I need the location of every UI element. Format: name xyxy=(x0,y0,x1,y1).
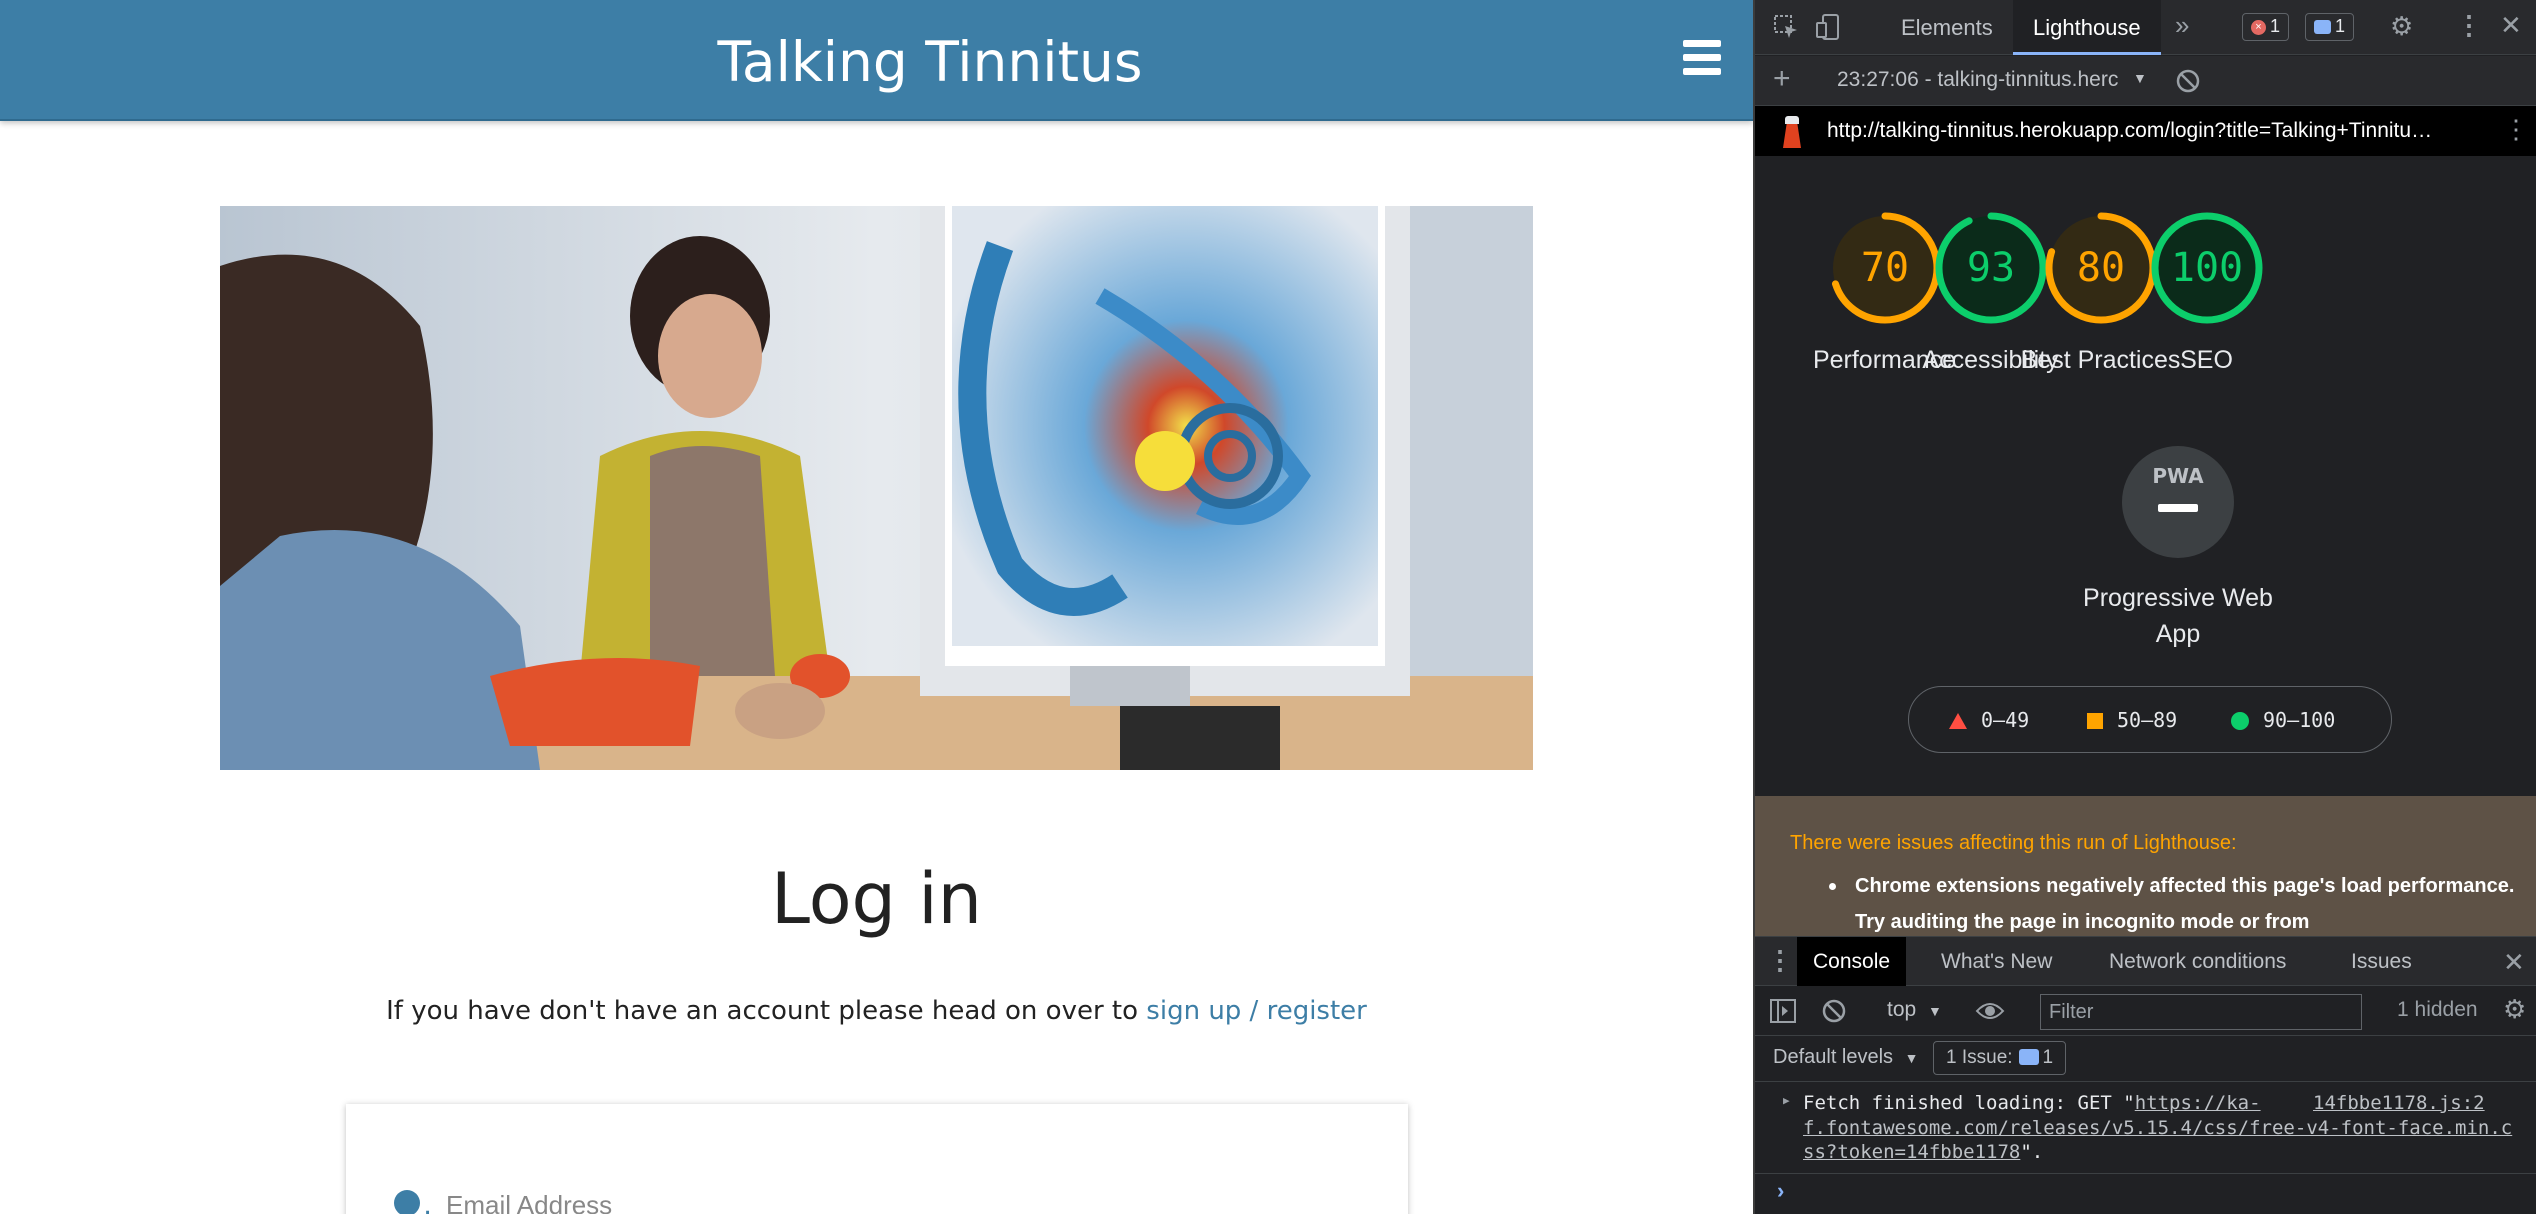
email-field[interactable]: + Email Address xyxy=(394,1188,612,1214)
console-sidebar-icon[interactable] xyxy=(1769,998,1797,1024)
score-value: 70 xyxy=(1860,245,1908,291)
devtools-tabbar: Elements Lighthouse » × 1 1 ⚙ ⋮ ✕ xyxy=(1755,0,2536,55)
issues-chip-count: 1 xyxy=(2042,1047,2054,1068)
settings-gear-icon[interactable]: ⚙ xyxy=(2390,11,2413,42)
report-menu-icon[interactable]: ⋮ xyxy=(2503,114,2529,145)
log-url-start[interactable]: https://ka- xyxy=(2135,1092,2261,1114)
message-icon xyxy=(2314,20,2331,35)
devtools-panel: Elements Lighthouse » × 1 1 ⚙ ⋮ ✕ + 23:27… xyxy=(1753,0,2536,1214)
user-plus-icon: + xyxy=(394,1188,438,1214)
login-form-card: + Email Address xyxy=(346,1104,1408,1214)
pwa-category[interactable]: PWA Progressive Web App xyxy=(2078,446,2278,652)
console-levels-bar: Default levels ▼ 1 Issue: 1 xyxy=(1755,1036,2536,1082)
site-header: Talking Tinnitus xyxy=(0,0,1753,121)
login-heading: Log in xyxy=(770,858,983,940)
log-suffix: ". xyxy=(2020,1141,2044,1163)
device-toolbar-icon[interactable] xyxy=(1815,13,1841,41)
issues-chip-label: 1 Issue: xyxy=(1946,1047,2013,1068)
site-title: Talking Tinnitus xyxy=(717,30,1143,94)
console-log-entry: Fetch finished loading: GET "https://ka-… xyxy=(1755,1082,2536,1174)
tab-elements[interactable]: Elements xyxy=(1881,0,2013,55)
signup-prompt: If you have don't have an account please… xyxy=(0,996,1753,1026)
hero-image xyxy=(220,206,1533,770)
legend-pass: 90–100 xyxy=(2231,708,2335,732)
hamburger-menu-icon[interactable] xyxy=(1683,40,1721,76)
more-tabs-icon[interactable]: » xyxy=(2175,10,2189,41)
tab-lighthouse[interactable]: Lighthouse xyxy=(2013,0,2161,55)
new-report-plus-icon[interactable]: + xyxy=(1773,62,1791,96)
warning-item: Chrome extensions negatively affected th… xyxy=(1829,868,2515,936)
email-field-placeholder: Email Address xyxy=(446,1189,613,1214)
context-selector-value: top xyxy=(1887,998,1917,1021)
average-square-icon xyxy=(2087,713,2103,729)
drawer-menu-icon[interactable]: ⋮ xyxy=(1767,945,1793,976)
message-count: 1 xyxy=(2335,16,2346,36)
clear-reports-icon[interactable] xyxy=(2175,68,2201,94)
more-options-icon[interactable]: ⋮ xyxy=(2456,10,2482,41)
score-value: 80 xyxy=(2076,245,2124,291)
runtime-warning-box: There were issues affecting this run of … xyxy=(1755,796,2536,936)
report-selector[interactable]: 23:27:06 - talking-tinnitus.herc xyxy=(1837,68,2127,92)
message-count-badge[interactable]: 1 xyxy=(2305,13,2355,41)
warning-title: There were issues affecting this run of … xyxy=(1790,832,2237,854)
log-url-rest[interactable]: f.fontawesome.com/releases/v5.15.4/css/f… xyxy=(1803,1117,2512,1163)
drawer-tab-issues[interactable]: Issues xyxy=(2335,937,2428,987)
score-value: 93 xyxy=(1966,245,2014,291)
signup-register-link[interactable]: sign up / register xyxy=(1146,996,1367,1026)
drawer-tab-console[interactable]: Console xyxy=(1797,937,1907,987)
error-icon: × xyxy=(2251,19,2266,35)
signup-prompt-text: If you have don't have an account please… xyxy=(386,996,1139,1026)
console-filter-input[interactable] xyxy=(2040,994,2362,1030)
report-url[interactable]: http://talking-tinnitus.herokuapp.com/lo… xyxy=(1827,119,2467,143)
lighthouse-toolbar: + 23:27:06 - talking-tinnitus.herc ▼ xyxy=(1755,56,2536,106)
hidden-count: 1 hidden xyxy=(2397,998,2478,1021)
error-count: 1 xyxy=(2270,16,2281,36)
log-levels-dropdown-icon: ▼ xyxy=(1904,1050,1919,1066)
pwa-badge-icon: PWA xyxy=(2122,446,2234,558)
log-levels-dropdown[interactable]: Default levels ▼ xyxy=(1773,1046,1918,1069)
context-selector[interactable]: top ▼ xyxy=(1887,998,1942,1022)
lighthouse-report: 70 Performance 93 Accessibility 80 Best Pract… xyxy=(1755,156,2536,936)
log-message[interactable]: Fetch finished loading: GET "https://ka- xyxy=(1783,1092,2261,1114)
legend-fail: 0–49 xyxy=(1949,708,2029,732)
live-expression-eye-icon[interactable] xyxy=(1975,1000,2005,1022)
score-legend: 0–49 50–89 90–100 xyxy=(1908,686,2392,753)
lighthouse-logo-icon xyxy=(1781,116,1803,148)
log-levels-value: Default levels xyxy=(1773,1046,1894,1068)
report-url-bar: http://talking-tinnitus.herokuapp.com/lo… xyxy=(1755,106,2536,156)
score-value: 100 xyxy=(2170,245,2242,291)
score-ring: 100 xyxy=(2151,212,2262,324)
issues-chip[interactable]: 1 Issue: 1 xyxy=(1933,1041,2067,1075)
drawer-tabbar: ⋮ Console What's New Network conditions … xyxy=(1755,936,2536,987)
fail-triangle-icon xyxy=(1949,713,1967,729)
console-settings-gear-icon[interactable]: ⚙ xyxy=(2503,994,2526,1025)
pass-circle-icon xyxy=(2231,712,2249,730)
pwa-badge-text: PWA xyxy=(2152,464,2204,488)
legend-average: 50–89 xyxy=(2087,708,2177,732)
website-viewport: Talking Tinnitus Log in If you have don'… xyxy=(0,0,1753,1214)
inspect-element-icon[interactable] xyxy=(1773,14,1799,40)
report-selector-dropdown-icon[interactable]: ▼ xyxy=(2133,70,2147,86)
drawer-tab-whats-new[interactable]: What's New xyxy=(1925,937,2068,987)
log-source-link[interactable]: 14fbbe1178.js:2 xyxy=(2313,1092,2485,1114)
console-toolbar: top ▼ 1 hidden ⚙ xyxy=(1755,986,2536,1036)
clear-console-icon[interactable] xyxy=(1821,998,1847,1024)
context-dropdown-icon: ▼ xyxy=(1928,1003,1942,1019)
issue-message-icon xyxy=(2018,1049,2039,1065)
error-count-badge[interactable]: × 1 xyxy=(2242,13,2290,41)
drawer-tab-network-conditions[interactable]: Network conditions xyxy=(2093,937,2302,987)
score-gauge-seo[interactable]: 100 SEO xyxy=(2119,208,2294,378)
log-prefix: Fetch finished loading: GET " xyxy=(1803,1092,2135,1114)
score-label: SEO xyxy=(2180,346,2233,374)
log-message-continued: f.fontawesome.com/releases/v5.15.4/css/f… xyxy=(1803,1116,2523,1164)
close-drawer-icon[interactable]: ✕ xyxy=(2503,947,2525,978)
pwa-label: Progressive Web App xyxy=(2083,584,2273,648)
close-devtools-icon[interactable]: ✕ xyxy=(2500,10,2522,41)
console-prompt-icon[interactable]: › xyxy=(1777,1178,1784,1204)
